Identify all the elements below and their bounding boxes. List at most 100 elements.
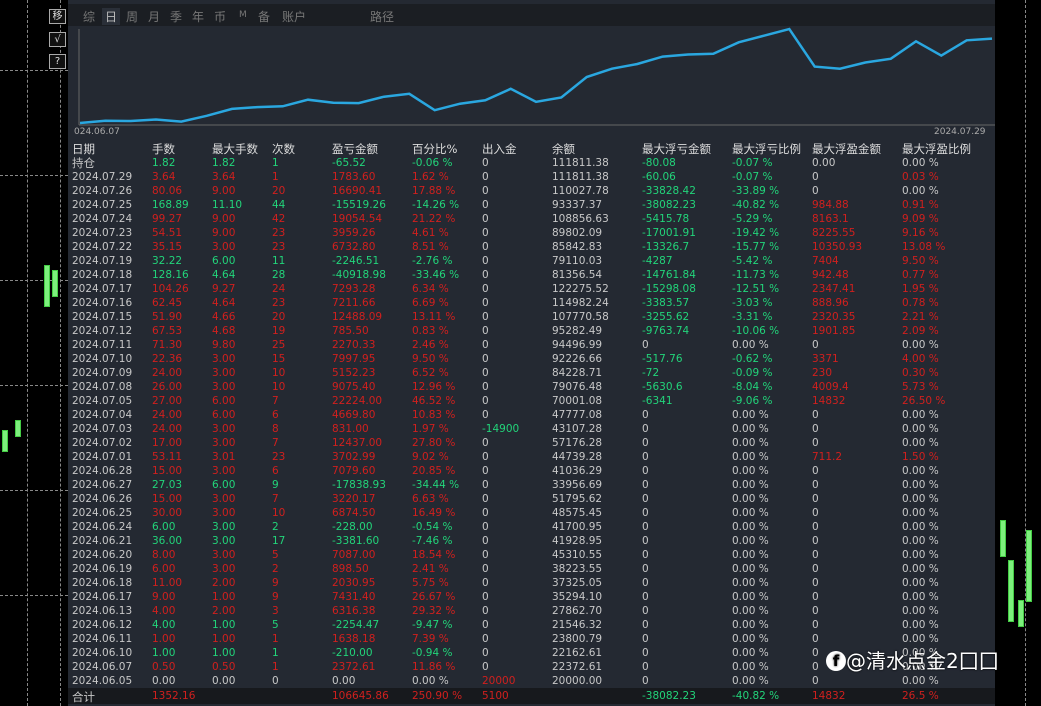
cell-balance: 84228.71 bbox=[552, 367, 603, 379]
total-pnl: 106645.86 bbox=[332, 690, 389, 702]
cell-pnl: 2372.61 bbox=[332, 661, 376, 673]
cell-lots: 80.06 bbox=[152, 185, 183, 197]
cell-balance: 48575.45 bbox=[552, 507, 603, 519]
cell-pnl: -210.00 bbox=[332, 647, 373, 659]
cell-max-float-loss: -17001.91 bbox=[642, 227, 696, 239]
cell-trades: 5 bbox=[272, 619, 279, 631]
cell-max-lots: 9.00 bbox=[212, 185, 236, 197]
cell-max-float-profit: 0 bbox=[812, 171, 819, 183]
cell-lots: 26.00 bbox=[152, 381, 183, 393]
cell-trades: 0 bbox=[272, 675, 279, 687]
total-lots: 1352.16 bbox=[152, 690, 196, 702]
cell-in-out: 0 bbox=[482, 185, 489, 197]
check-button[interactable]: √ bbox=[49, 32, 66, 47]
tab-backup[interactable]: 备 bbox=[258, 8, 270, 25]
tab-monthly[interactable]: 月 bbox=[148, 8, 160, 25]
cell-pct: 9.50 % bbox=[412, 353, 449, 365]
cell-max-float-profit-pct: 0.00 % bbox=[902, 619, 939, 631]
cell-balance: 20000.00 bbox=[552, 675, 603, 687]
table-row: 2024.06.24 6.00 3.00 2 -228.00 -0.54 % 0 41700.… bbox=[68, 520, 995, 534]
cell-max-float-profit-pct: 0.00 % bbox=[902, 479, 939, 491]
cell-pnl: -40918.98 bbox=[332, 269, 386, 281]
cell-max-float-loss: -5415.78 bbox=[642, 213, 690, 225]
cell-max-lots: 3.00 bbox=[212, 437, 236, 449]
total-row: 合计 1352.16 106645.86 250.90 % 5100 -3808… bbox=[68, 688, 995, 704]
cell-pnl: 12437.00 bbox=[332, 437, 383, 449]
cell-max-float-profit-pct: 0.00 % bbox=[902, 563, 939, 575]
cell-max-float-profit-pct: 0.00 % bbox=[902, 535, 939, 547]
tab-path[interactable]: 路径 bbox=[370, 8, 394, 25]
tab-daily[interactable]: 日 bbox=[102, 8, 121, 25]
cell-max-float-profit: 0 bbox=[812, 521, 819, 533]
tab-currency[interactable]: 币 bbox=[214, 8, 226, 25]
table-row: 2024.07.02 17.00 3.00 7 12437.00 27.80 % 0 5717… bbox=[68, 436, 995, 450]
cell-date: 2024.06.13 bbox=[72, 605, 133, 617]
cell-pct: 5.75 % bbox=[412, 577, 449, 589]
cell-max-lots: 9.00 bbox=[212, 213, 236, 225]
tab-account[interactable]: 账户 bbox=[282, 8, 306, 25]
cell-in-out: 0 bbox=[482, 255, 489, 267]
cell-max-float-profit-pct: 0.00 % bbox=[902, 185, 939, 197]
cell-max-float-loss-pct: 0.00 % bbox=[732, 535, 769, 547]
cell-date: 2024.07.17 bbox=[72, 283, 133, 295]
cell-pct: 11.86 % bbox=[412, 661, 456, 673]
cell-pct: 2.41 % bbox=[412, 563, 449, 575]
help-button[interactable]: ? bbox=[49, 54, 66, 69]
cell-pnl: -3381.60 bbox=[332, 535, 380, 547]
cell-in-out: 0 bbox=[482, 507, 489, 519]
cell-trades: 9 bbox=[272, 577, 279, 589]
tab-m[interactable]: M bbox=[239, 10, 247, 20]
cell-max-float-profit-pct: 0.00 % bbox=[902, 339, 939, 351]
cell-in-out: 0 bbox=[482, 479, 489, 491]
cell-lots: 4.00 bbox=[152, 619, 176, 631]
tab-yearly[interactable]: 年 bbox=[192, 8, 204, 25]
cell-pct: 17.88 % bbox=[412, 185, 456, 197]
cell-pct: 1.97 % bbox=[412, 423, 449, 435]
cell-balance: 27862.70 bbox=[552, 605, 603, 617]
cell-pnl: 12488.09 bbox=[332, 311, 383, 323]
cell-max-float-profit: 7404 bbox=[812, 255, 839, 267]
cell-pct: -2.76 % bbox=[412, 255, 453, 267]
tab-weekly[interactable]: 周 bbox=[126, 8, 138, 25]
cell-max-float-loss-pct: -3.31 % bbox=[732, 311, 773, 323]
cell-max-float-profit: 0 bbox=[812, 339, 819, 351]
cell-balance: 85842.83 bbox=[552, 241, 603, 253]
cell-max-float-profit-pct: 0.00 % bbox=[902, 409, 939, 421]
cell-trades: 1 bbox=[272, 157, 279, 169]
cell-max-float-loss: -5630.6 bbox=[642, 381, 683, 393]
cell-pnl: 2270.33 bbox=[332, 339, 376, 351]
header-trades: 次数 bbox=[272, 142, 295, 156]
cell-max-float-profit-pct: 0.00 % bbox=[902, 157, 939, 169]
cell-max-float-loss: 0 bbox=[642, 577, 649, 589]
table-row: 2024.07.11 71.30 9.80 25 2270.33 2.46 % 0 94496… bbox=[68, 338, 995, 352]
cell-max-float-loss: 0 bbox=[642, 633, 649, 645]
cell-max-float-loss: 0 bbox=[642, 423, 649, 435]
cell-pct: 21.22 % bbox=[412, 213, 456, 225]
cell-trades: 7 bbox=[272, 437, 279, 449]
cell-max-float-loss: 0 bbox=[642, 647, 649, 659]
cell-date: 2024.07.29 bbox=[72, 171, 133, 183]
cell-max-float-profit-pct: 0.00 % bbox=[902, 633, 939, 645]
move-button[interactable]: 移 bbox=[49, 9, 66, 24]
tab-summary[interactable]: 综 bbox=[83, 8, 95, 25]
cell-balance: 47777.08 bbox=[552, 409, 603, 421]
cell-max-float-profit: 942.48 bbox=[812, 269, 849, 281]
cell-max-float-profit: 984.88 bbox=[812, 199, 849, 211]
cell-lots: 1.82 bbox=[152, 157, 176, 169]
cell-balance: 35294.10 bbox=[552, 591, 603, 603]
cell-lots: 1.00 bbox=[152, 633, 176, 645]
cell-pnl: 1783.60 bbox=[332, 171, 376, 183]
tab-quarterly[interactable]: 季 bbox=[170, 8, 182, 25]
cell-max-float-profit: 711.2 bbox=[812, 451, 843, 463]
cell-lots: 53.11 bbox=[152, 451, 183, 463]
cell-trades: 6 bbox=[272, 465, 279, 477]
cell-max-float-profit-pct: 1.95 % bbox=[902, 283, 939, 295]
cell-date: 2024.07.12 bbox=[72, 325, 133, 337]
cell-pct: -34.44 % bbox=[412, 479, 460, 491]
cell-max-float-loss-pct: 0.00 % bbox=[732, 549, 769, 561]
cell-trades: 23 bbox=[272, 241, 286, 253]
cell-max-float-loss-pct: -9.06 % bbox=[732, 395, 773, 407]
cell-max-lots: 3.00 bbox=[212, 507, 236, 519]
cell-max-lots: 1.00 bbox=[212, 647, 236, 659]
cell-trades: 8 bbox=[272, 423, 279, 435]
